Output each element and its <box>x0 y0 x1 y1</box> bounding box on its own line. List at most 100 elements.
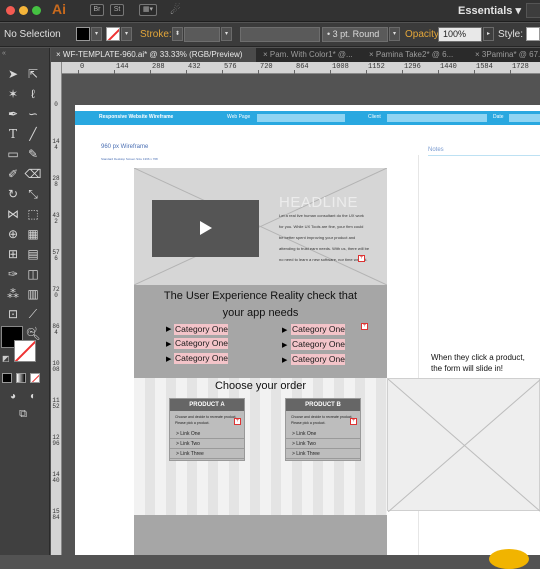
fill-dropdown[interactable]: ▾ <box>91 27 102 41</box>
workspace-switcher[interactable]: Essentials ▾ <box>458 4 521 17</box>
stock-icon[interactable]: St <box>110 4 124 16</box>
shape-builder-tool-icon[interactable]: ⊕ <box>4 226 22 243</box>
opacity-dropdown[interactable]: ▸ <box>483 27 494 41</box>
search-input[interactable] <box>526 3 540 18</box>
stroke-weight-dropdown[interactable]: ▾ <box>221 27 232 41</box>
bullet-icon: ▶ <box>166 341 172 348</box>
zoom-window-button[interactable] <box>32 6 41 15</box>
product-title: PRODUCT A <box>170 399 244 411</box>
product-link[interactable]: > Link Two <box>170 439 244 449</box>
category-item-right[interactable]: Category One <box>291 339 345 350</box>
web-page-field[interactable] <box>257 114 345 122</box>
artboard[interactable]: Responsive Website Wireframe Web Page Cl… <box>75 105 540 569</box>
opacity-label[interactable]: Opacity: <box>405 29 442 40</box>
brush-dropdown[interactable]: ▾ <box>389 27 400 41</box>
magic-wand-tool-icon[interactable]: ✶ <box>4 86 22 103</box>
none-mode-icon[interactable] <box>30 373 40 383</box>
client-field[interactable] <box>387 114 487 122</box>
add-annotation-icon[interactable]: + <box>361 323 368 330</box>
ruler-tick <box>366 70 367 74</box>
note-line: the form will slide in! <box>431 364 504 373</box>
draw-mode-icon[interactable]: ◕ <box>4 388 22 405</box>
tab-pam-with-color[interactable]: × Pam. With Color1* @... <box>258 48 362 62</box>
category-item-left[interactable]: Category One <box>174 353 228 364</box>
slice-tool-icon[interactable]: ⟋ <box>24 306 42 323</box>
product-link[interactable]: > Link One <box>286 429 360 439</box>
arrange-documents-icon[interactable]: ▦▾ <box>139 4 157 16</box>
add-annotation-icon[interactable]: + <box>358 255 365 262</box>
column-graph-tool-icon[interactable]: ▥ <box>24 286 42 303</box>
stroke-color-box[interactable] <box>14 340 36 362</box>
stroke-label[interactable]: Stroke: <box>140 29 172 40</box>
date-label: Date <box>493 114 504 120</box>
ruler-tick-label: 0 <box>80 63 85 71</box>
tab-wf-template[interactable]: × WF-TEMPLATE-960.ai* @ 33.33% (RGB/Prev… <box>51 48 256 62</box>
symbol-sprayer-tool-icon[interactable]: ⁂ <box>4 286 22 303</box>
fill-swatch[interactable] <box>76 27 90 41</box>
video-player[interactable] <box>152 200 259 257</box>
category-item-right[interactable]: Category One <box>291 324 345 335</box>
screen-mode-icon[interactable]: ⧉ <box>14 406 32 423</box>
blend-tool-icon[interactable]: ◫ <box>24 266 42 283</box>
scale-tool-icon[interactable]: ⤡ <box>24 186 42 203</box>
perspective-grid-tool-icon[interactable]: ▦ <box>24 226 42 243</box>
product-card-a[interactable]: PRODUCT A Choose and decide to recreate … <box>169 398 245 461</box>
minimize-window-button[interactable] <box>19 6 28 15</box>
horizontal-ruler[interactable]: 0 144 288 432 576 720 864 1008 1152 1296 1440 1584 1… <box>62 62 540 74</box>
variable-width-profile[interactable] <box>240 27 320 42</box>
graphic-style-swatch[interactable] <box>526 27 540 41</box>
add-annotation-icon[interactable]: + <box>350 418 357 425</box>
stroke-weight-field[interactable] <box>184 27 220 42</box>
gpu-performance-icon[interactable]: ☄ <box>170 3 181 17</box>
draw-behind-icon[interactable]: ◐ <box>24 388 42 405</box>
free-transform-tool-icon[interactable]: ⬚ <box>24 206 42 223</box>
bridge-icon[interactable]: Br <box>90 4 104 16</box>
lasso-tool-icon[interactable]: ℓ <box>24 86 42 103</box>
curvature-tool-icon[interactable]: ∽ <box>24 106 42 123</box>
selection-tool-icon[interactable]: ➤ <box>4 66 22 83</box>
line-tool-icon[interactable]: ╱ <box>24 126 42 143</box>
product-link[interactable]: > Link Three <box>286 449 360 459</box>
direct-selection-tool-icon[interactable]: ⇱ <box>24 66 42 83</box>
swap-fill-stroke-icon[interactable]: ⤾ <box>30 326 37 336</box>
gradient-tool-icon[interactable]: ▤ <box>24 246 42 263</box>
brush-definition[interactable]: • 3 pt. Round <box>322 27 388 42</box>
gradient-mode-icon[interactable] <box>16 373 26 383</box>
tab-pamina-take2[interactable]: × Pamina Take2* @ 6... <box>364 48 468 62</box>
category-item-left[interactable]: Category One <box>174 338 228 349</box>
width-tool-icon[interactable]: ⋈ <box>4 206 22 223</box>
shaper-tool-icon[interactable]: ✐ <box>4 166 22 183</box>
eyedropper-tool-icon[interactable]: ✑ <box>4 266 22 283</box>
play-icon[interactable] <box>200 221 212 235</box>
notes-heading: Notes <box>428 147 444 153</box>
rectangle-tool-icon[interactable]: ▭ <box>4 146 22 163</box>
category-item-right[interactable]: Category One <box>291 354 345 365</box>
vertical-ruler[interactable]: 0 144 288 432 576 720 864 1008 1152 1296 1440 1584 <box>51 62 62 555</box>
default-colors-icon[interactable]: ◩ <box>2 354 10 363</box>
date-field[interactable] <box>509 114 540 122</box>
stroke-swatch[interactable] <box>106 27 120 41</box>
color-mode-icon[interactable] <box>2 373 12 383</box>
artboard-tool-icon[interactable]: ⊡ <box>4 306 22 323</box>
product-link[interactable]: > Link Three <box>170 449 244 459</box>
product-link[interactable]: > Link One <box>170 429 244 439</box>
bullet-icon: ▶ <box>282 327 288 334</box>
stroke-dropdown[interactable]: ▾ <box>121 27 132 41</box>
product-card-b[interactable]: PRODUCT B Choose and decide to recreate … <box>285 398 361 461</box>
add-annotation-icon[interactable]: + <box>234 418 241 425</box>
bullet-icon: ▶ <box>166 326 172 333</box>
paintbrush-tool-icon[interactable]: ✎ <box>24 146 42 163</box>
pen-tool-icon[interactable]: ✒ <box>4 106 22 123</box>
rotate-tool-icon[interactable]: ↻ <box>4 186 22 203</box>
category-item-left[interactable]: Category One <box>174 324 228 335</box>
mesh-tool-icon[interactable]: ⊞ <box>4 246 22 263</box>
tab-3pamina[interactable]: × 3Pamina* @ 67... <box>470 48 540 62</box>
product-link[interactable]: > Link Two <box>286 439 360 449</box>
type-tool-icon[interactable]: T <box>4 126 22 143</box>
collapse-panel-icon[interactable]: « <box>2 50 6 57</box>
opacity-field[interactable]: 100% <box>438 27 482 42</box>
ruler-tick-label: 432 <box>52 212 60 225</box>
stroke-weight-stepper[interactable]: ⬍ <box>172 27 183 41</box>
eraser-tool-icon[interactable]: ⌫ <box>24 166 42 183</box>
close-window-button[interactable] <box>6 6 15 15</box>
